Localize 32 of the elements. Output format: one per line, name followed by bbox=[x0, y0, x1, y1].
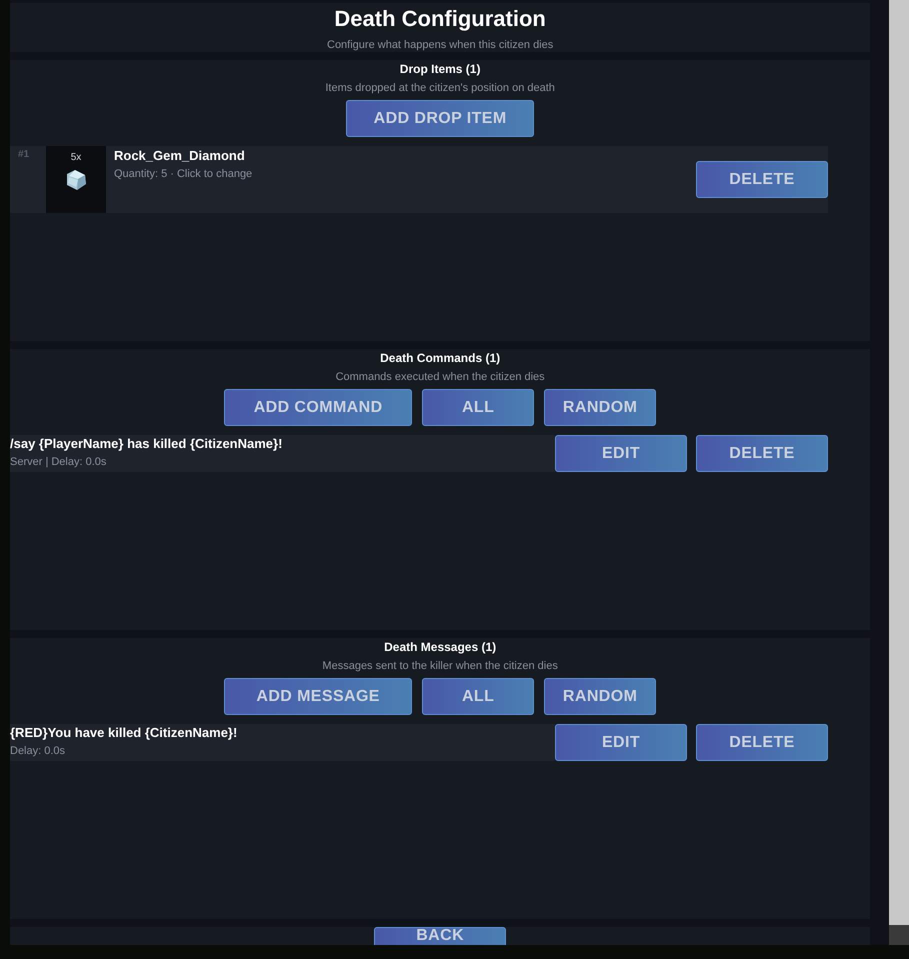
item-slot[interactable]: 5x bbox=[46, 146, 106, 213]
entry-text: /say {PlayerName} has killed {CitizenName}! bbox=[10, 436, 284, 452]
delete-button[interactable]: DELETE bbox=[696, 435, 828, 472]
scrollbar[interactable] bbox=[889, 0, 909, 945]
section-title: Death Commands (1) bbox=[380, 350, 500, 366]
add-button[interactable]: ADD MESSAGE bbox=[224, 678, 412, 715]
item-row[interactable]: #1 5x Rock_Gem_Diamond Quantity: 5 · Click to change DELETE bbox=[10, 146, 828, 213]
add-button[interactable]: RANDOM bbox=[544, 678, 656, 715]
section-description: Commands executed when the citizen dies bbox=[336, 370, 545, 384]
section-title: Death Messages (1) bbox=[384, 639, 496, 655]
add-button[interactable]: ALL bbox=[422, 389, 534, 426]
back-button[interactable]: BACK bbox=[374, 927, 506, 945]
entry-text: {RED}You have killed {CitizenName}! bbox=[10, 725, 238, 741]
add-button[interactable]: ADD COMMAND bbox=[224, 389, 412, 426]
add-button[interactable]: RANDOM bbox=[544, 389, 656, 426]
item-index: #1 bbox=[17, 148, 30, 162]
item-detail: Quantity: 5 · Click to change bbox=[114, 167, 254, 181]
delete-button[interactable]: DELETE bbox=[696, 724, 828, 761]
page-title: Death Configuration bbox=[334, 5, 546, 33]
entry-detail: Server | Delay: 0.0s bbox=[10, 455, 108, 469]
page-subtitle: Configure what happens when this citizen dies bbox=[327, 38, 554, 52]
add-button[interactable]: ADD DROP ITEM bbox=[346, 100, 534, 137]
entry-detail: Delay: 0.0s bbox=[10, 744, 66, 758]
item-count: 5x bbox=[70, 152, 82, 164]
section-title: Drop Items (1) bbox=[400, 61, 480, 77]
delete-button[interactable]: DELETE bbox=[696, 161, 828, 198]
edit-button[interactable]: EDIT bbox=[555, 724, 687, 761]
section-description: Messages sent to the killer when the citizen dies bbox=[322, 659, 558, 673]
edit-button[interactable]: EDIT bbox=[555, 435, 687, 472]
item-name: Rock_Gem_Diamond bbox=[114, 148, 246, 164]
add-button[interactable]: ALL bbox=[422, 678, 534, 715]
section-description: Items dropped at the citizen's position on death bbox=[325, 81, 555, 95]
